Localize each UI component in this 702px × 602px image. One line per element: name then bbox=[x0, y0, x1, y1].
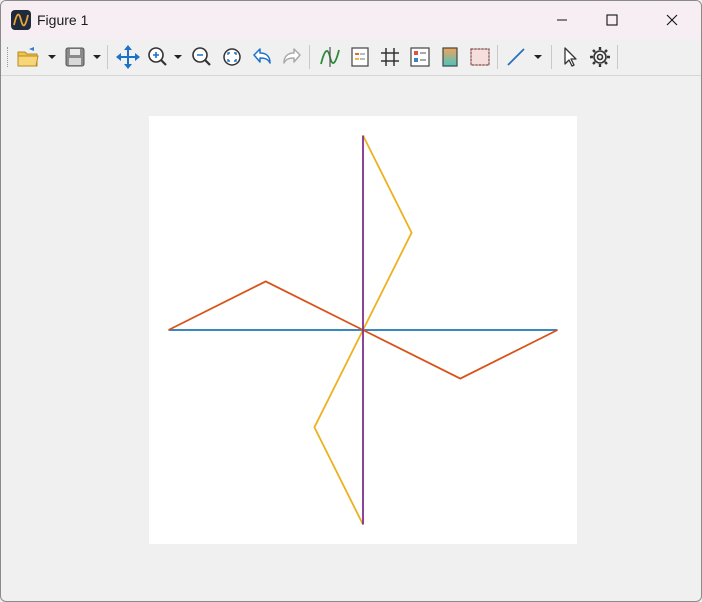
undo-icon bbox=[253, 48, 271, 64]
grid-button[interactable] bbox=[377, 44, 403, 70]
window-title: Figure 1 bbox=[37, 12, 89, 28]
border-icon bbox=[470, 48, 490, 66]
legend-button[interactable] bbox=[347, 44, 373, 70]
grid-icon bbox=[381, 48, 399, 66]
select-button[interactable] bbox=[557, 44, 583, 70]
undo-button[interactable] bbox=[249, 44, 275, 70]
minimize-icon bbox=[557, 19, 567, 21]
line-style-icon bbox=[507, 48, 542, 66]
zoom-out-button[interactable] bbox=[189, 44, 215, 70]
settings-icon bbox=[590, 47, 610, 67]
zoom-in-button[interactable] bbox=[145, 44, 187, 70]
title-bar[interactable]: Figure 1 bbox=[1, 1, 701, 39]
figure-window: Figure 1 bbox=[0, 0, 702, 602]
toolbar-separator bbox=[551, 45, 552, 69]
select-icon bbox=[564, 47, 577, 67]
colorbar-button[interactable] bbox=[437, 44, 463, 70]
redo-icon bbox=[283, 48, 301, 64]
open-button[interactable] bbox=[15, 44, 59, 70]
close-icon bbox=[666, 14, 678, 26]
maximize-button[interactable] bbox=[589, 1, 635, 39]
subplot-icon bbox=[410, 47, 430, 67]
save-button[interactable] bbox=[63, 44, 105, 70]
line-style-button[interactable] bbox=[503, 44, 547, 70]
toolbar-separator bbox=[107, 45, 108, 69]
save-icon bbox=[65, 47, 101, 67]
toolbar-separator bbox=[617, 45, 618, 69]
line-chart[interactable] bbox=[149, 116, 577, 544]
zoom-fit-icon bbox=[223, 48, 241, 66]
data-cursor-button[interactable] bbox=[317, 44, 343, 70]
figure-toolbar bbox=[1, 39, 701, 76]
app-icon bbox=[11, 10, 31, 30]
border-button[interactable] bbox=[467, 44, 493, 70]
maximize-icon bbox=[606, 14, 618, 26]
open-icon bbox=[17, 47, 56, 67]
close-button[interactable] bbox=[649, 1, 695, 39]
pan-icon bbox=[116, 45, 140, 69]
minimize-button[interactable] bbox=[539, 1, 585, 39]
zoom-in-icon bbox=[148, 47, 182, 66]
settings-button[interactable] bbox=[587, 44, 613, 70]
legend-icon bbox=[351, 47, 369, 67]
colorbar-icon bbox=[442, 47, 458, 67]
data-cursor-icon bbox=[320, 47, 340, 67]
subplot-button[interactable] bbox=[407, 44, 433, 70]
zoom-out-icon bbox=[192, 47, 211, 66]
toolbar-separator bbox=[497, 45, 498, 69]
zoom-fit-button[interactable] bbox=[219, 44, 245, 70]
pan-button[interactable] bbox=[115, 44, 141, 70]
toolbar-separator bbox=[309, 45, 310, 69]
plot-area[interactable] bbox=[149, 116, 577, 544]
toolbar-grip[interactable] bbox=[7, 47, 10, 67]
redo-button[interactable] bbox=[279, 44, 305, 70]
